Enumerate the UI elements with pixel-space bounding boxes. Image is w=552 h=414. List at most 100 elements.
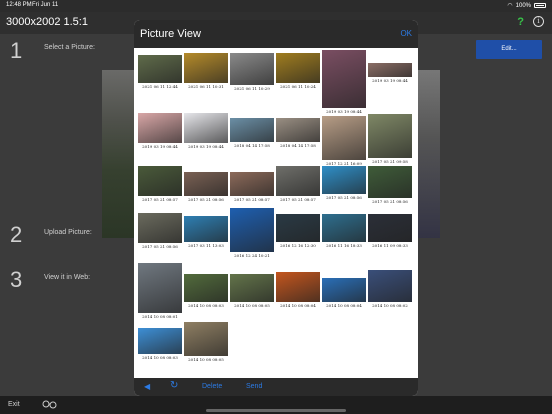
thumbnail-image (322, 166, 366, 194)
send-button[interactable]: Send (246, 383, 262, 390)
thumbnail[interactable]: 2017 05 21 08:56 (322, 166, 366, 201)
thumbnail[interactable]: 2016 12 24 10:21 (230, 208, 274, 259)
thumbnail-image (276, 214, 320, 242)
thumbnail-caption: 2019 03 19 08:44 (326, 109, 362, 114)
step-1-label: Select a Picture: (44, 44, 95, 51)
thumbnail-caption: 2017 03 11 13:03 (188, 243, 224, 248)
thumbnail-caption: 2016 12 16 12:30 (280, 243, 316, 248)
modal-header: Picture View OK (134, 20, 418, 48)
edit-button[interactable]: Edit... (476, 40, 542, 59)
ok-button[interactable]: OK (400, 29, 412, 38)
thumbnail[interactable]: 2017 12 21 16:09 (322, 116, 366, 167)
thumbnail-image (184, 172, 228, 196)
thumbnail[interactable]: 2018 04 14 17:58 (230, 118, 274, 149)
thumbnail-caption: 2014 10 08 08:02 (372, 303, 408, 308)
thumbnail-image (184, 113, 228, 143)
thumbnail[interactable]: 2016 11 16 18:33 (322, 214, 366, 249)
step-1-number: 1 (10, 38, 23, 63)
thumbnail[interactable]: 2017 05 21 08:56 (138, 213, 182, 250)
back-arrow-icon[interactable]: ◀ (144, 382, 150, 391)
thumbnail-image (184, 322, 228, 356)
thumbnail[interactable]: 2017 05 21 08:56 (368, 166, 412, 205)
thumbnail-image (138, 328, 182, 354)
thumbnail-caption: 2014 10 08 08:05 (188, 357, 224, 362)
glasses-icon[interactable] (42, 399, 58, 409)
thumbnail-image (368, 166, 412, 198)
thumbnail-image (230, 172, 274, 196)
thumbnail[interactable]: 2018 04 14 17:58 (276, 118, 320, 149)
selected-picture-preview-edge (418, 70, 440, 238)
thumbnail[interactable]: 2021 06 11 10:24 (276, 53, 320, 90)
thumbnail-caption: 2014 10 08 08:04 (326, 303, 362, 308)
delete-button[interactable]: Delete (202, 383, 222, 390)
wifi-icon: ◠ (507, 3, 513, 9)
thumbnail[interactable]: 2021 06 11 12:44 (138, 55, 182, 90)
thumbnail-image (276, 272, 320, 302)
step-2-number: 2 (10, 222, 23, 247)
thumbnail-caption: 2021 06 11 10:31 (188, 84, 224, 89)
thumbnail[interactable]: 2014 10 08 08:01 (138, 263, 182, 320)
app-title: 3000x2002 1.5:1 (6, 16, 88, 28)
thumbnail[interactable]: 2014 10 08 08:04 (276, 272, 320, 309)
thumbnail-caption: 2014 10 08 08:03 (188, 303, 224, 308)
home-indicator (206, 409, 346, 412)
thumbnail-image (138, 213, 182, 243)
thumbnail-caption: 2018 04 14 17:58 (234, 143, 270, 148)
thumbnail[interactable]: 2019 03 19 08:44 (322, 50, 366, 115)
thumbnail-image (184, 216, 228, 242)
thumbnail-caption: 2017 05 21 08:56 (326, 195, 362, 200)
thumbnail-caption: 2014 10 08 08:04 (280, 303, 316, 308)
thumbnail[interactable]: 2017 05 21 08:57 (138, 166, 182, 203)
thumbnail-caption: 2017 05 21 08:56 (372, 199, 408, 204)
thumbnail-image (368, 63, 412, 77)
thumbnail[interactable]: 2017 05 21 08:57 (276, 166, 320, 203)
thumbnail[interactable]: 2019 03 19 08:44 (138, 113, 182, 150)
thumbnail[interactable]: 2021 06 11 10:29 (230, 53, 274, 92)
thumbnail[interactable]: 2021 06 11 10:31 (184, 53, 228, 90)
thumbnail-image (322, 278, 366, 302)
thumbnail[interactable]: 2017 05 21 09:58 (368, 114, 412, 165)
thumbnail-image (230, 53, 274, 85)
step-2-label: Upload Picture: (44, 229, 92, 236)
thumbnail-image (184, 53, 228, 83)
step-3-number: 3 (10, 267, 23, 292)
thumbnail[interactable]: 2014 10 08 08:04 (322, 278, 366, 309)
thumbnail[interactable]: 2017 03 11 13:03 (184, 216, 228, 249)
thumbnail-caption: 2018 04 14 17:58 (280, 143, 316, 148)
thumbnail-image (138, 263, 182, 313)
thumbnail[interactable]: 2014 10 08 08:03 (138, 328, 182, 361)
help-icon[interactable]: ? (517, 16, 524, 28)
status-time: 12:48 PM (6, 2, 32, 8)
thumbnail[interactable]: 2017 05 21 08:56 (184, 172, 228, 203)
thumbnail[interactable]: 2014 10 08 08:05 (230, 274, 274, 309)
thumbnail[interactable]: 2016 12 16 12:30 (276, 214, 320, 249)
thumbnail-caption: 2017 05 21 08:56 (188, 197, 224, 202)
thumbnail[interactable]: 2014 10 08 08:05 (184, 322, 228, 363)
step-3-label: View it in Web: (44, 274, 91, 281)
thumbnail-grid: 2021 06 11 12:44 2021 06 11 10:31 2021 06 … (134, 48, 418, 378)
thumbnail[interactable]: 2019 03 19 08:44 (368, 63, 412, 84)
thumbnail-caption: 2021 06 11 10:29 (234, 86, 270, 91)
exit-button[interactable]: Exit (8, 401, 20, 408)
thumbnail-image (138, 113, 182, 143)
thumbnail[interactable]: 2014 10 08 08:03 (184, 274, 228, 309)
thumbnail-caption: 2017 05 21 09:58 (372, 159, 408, 164)
thumbnail-image (322, 116, 366, 160)
modal-title: Picture View (140, 28, 201, 40)
thumbnail[interactable]: 2016 11 09 08:33 (368, 214, 412, 249)
thumbnail[interactable]: 2017 05 21 08:57 (230, 172, 274, 203)
thumbnail-caption: 2017 05 21 08:57 (280, 197, 316, 202)
thumbnail-image (322, 50, 366, 108)
info-icon[interactable]: i (533, 16, 544, 27)
thumbnail-image (322, 214, 366, 242)
thumbnail[interactable]: 2019 03 19 08:44 (184, 113, 228, 150)
thumbnail[interactable]: 2014 10 08 08:02 (368, 270, 412, 309)
picture-view-modal: Picture View OK 2021 06 11 12:44 2021 06 … (134, 20, 418, 396)
thumbnail-caption: 2016 11 16 18:33 (326, 243, 362, 248)
refresh-icon[interactable]: ↻ (170, 380, 178, 391)
status-bar: 12:48 PM Fri Jun 11 ◠ 100% (0, 0, 552, 12)
thumbnail-caption: 2017 05 21 08:56 (142, 244, 178, 249)
thumbnail-image (230, 274, 274, 302)
thumbnail-caption: 2021 06 11 12:44 (142, 84, 178, 89)
thumbnail-caption: 2014 10 08 08:03 (142, 355, 178, 360)
